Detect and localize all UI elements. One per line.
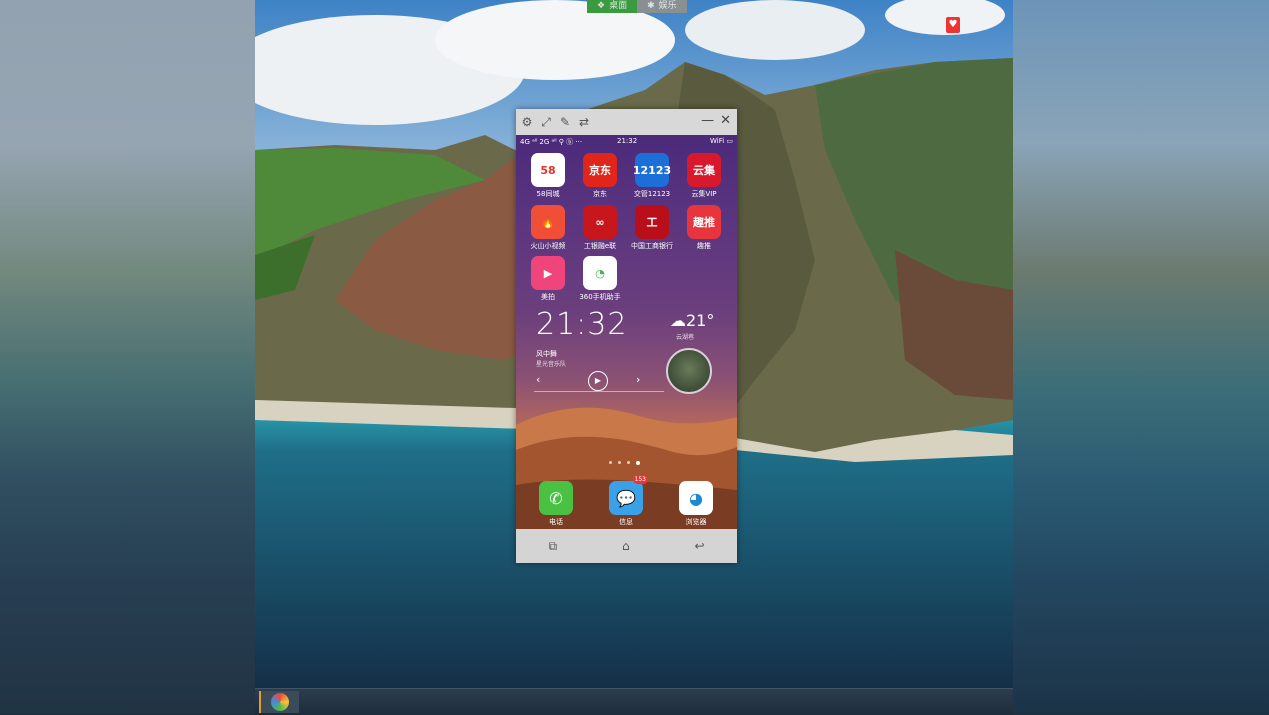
app-6[interactable]: 工中国工商银行 [626, 205, 678, 251]
app-icon: ∞ [583, 205, 617, 239]
page-indicator [609, 461, 640, 465]
dock-app-icon: 💬 153 [609, 475, 648, 515]
app-icon: 趣推 [687, 205, 721, 239]
app-icon: 工 [635, 205, 669, 239]
app-label: 中国工商银行 [631, 242, 673, 250]
settings-icon[interactable]: ⚙ [519, 114, 535, 130]
album-art[interactable] [666, 348, 712, 394]
star-icon: ✱ [647, 1, 655, 11]
page-dot-active [636, 461, 640, 465]
app-4[interactable]: 🔥 火山小视频 [522, 205, 574, 251]
home-button[interactable]: ⌂ [622, 539, 630, 553]
dock-glyph: ◕ [689, 488, 703, 508]
play-button[interactable]: ▶ [588, 371, 608, 391]
app-label: 美拍 [541, 293, 555, 301]
dock-app-label: 信息 [619, 518, 633, 526]
shirt-icon[interactable]: ♥ [946, 17, 960, 33]
phone-screen: 4G ᵃˡˡ 2G ᵃˡˡ ⚲ ⓑ ··· 21:32 WiFi ▭ 58 58同… [516, 135, 737, 529]
app-5[interactable]: ∞ 工银融e联 [574, 205, 626, 251]
dock-app-2[interactable]: ◕ 浏览器 [670, 481, 722, 527]
weather-widget[interactable]: ☁21° [670, 311, 714, 330]
dock-glyph: ✆ [549, 488, 563, 508]
dock-app-label: 浏览器 [685, 518, 707, 526]
app-label: 云集VIP [691, 190, 717, 198]
app-2[interactable]: 12123 交管12123 [626, 153, 678, 199]
app-9[interactable]: ◔ 360手机助手 [574, 256, 626, 302]
status-bar: 4G ᵃˡˡ 2G ᵃˡˡ ⚲ ⓑ ··· 21:32 WiFi ▭ [516, 135, 737, 148]
side-panel-left [0, 0, 255, 714]
start-logo-icon [271, 693, 289, 711]
side-panel-right [1013, 0, 1269, 714]
unread-badge: 153 [632, 475, 648, 484]
app-label: 火山小视频 [530, 242, 566, 250]
next-button[interactable]: › [636, 373, 640, 386]
dock-app-0[interactable]: ✆ 电话 [530, 481, 582, 527]
clock-widget[interactable]: 21:32 [536, 307, 627, 342]
back-button[interactable]: ↩ [694, 539, 704, 553]
weather-temp: 21° [686, 311, 715, 330]
music-progress-line [534, 391, 664, 392]
tab-entertainment[interactable]: ✱ 娱乐 [637, 0, 687, 13]
dock-app-1[interactable]: 💬 153 信息 [600, 475, 652, 527]
music-artist: 星光音乐队 [536, 361, 567, 368]
app-icon: ▶ [531, 256, 565, 290]
recent-apps-button[interactable]: ⧉ [548, 539, 557, 554]
top-tab-bar: ❖ 桌面 ✱ 娱乐 [587, 0, 687, 13]
page-dot [627, 461, 630, 464]
weather-location: 云湖巷 [676, 334, 695, 341]
tab-label: 娱乐 [658, 1, 677, 11]
tab-desktop[interactable]: ❖ 桌面 [587, 0, 638, 13]
app-1[interactable]: 京东 京东 [574, 153, 626, 199]
app-icon: ◔ [583, 256, 617, 290]
app-icon: 12123 [633, 153, 671, 187]
app-8[interactable]: ▶ 美拍 [522, 256, 574, 302]
fullscreen-icon[interactable]: ⤢ [538, 114, 554, 130]
cloud-icon: ☁ [670, 311, 686, 330]
app-icon: 京东 [583, 153, 617, 187]
dock-app-icon: ◕ [679, 481, 713, 515]
pen-icon[interactable]: ✎ [557, 114, 573, 130]
music-controls: ‹ ▶ › [534, 371, 664, 391]
dock-app-icon: ✆ [539, 481, 573, 515]
app-label: 京东 [593, 190, 607, 198]
app-7[interactable]: 趣推 趣推 [678, 205, 730, 251]
taskbar [255, 688, 1013, 715]
close-button[interactable]: ✕ [720, 113, 731, 128]
music-title: 风中舞 [536, 350, 557, 358]
wifi-battery-status: WiFi ▭ [709, 137, 733, 145]
phone-navbar: ⧉ ⌂ ↩ [516, 529, 737, 563]
app-icon: 58 [531, 153, 565, 187]
app-icon: 🔥 [531, 205, 565, 239]
app-label: 交管12123 [633, 190, 671, 198]
prev-button[interactable]: ‹ [536, 373, 540, 386]
app-label: 58同城 [536, 190, 560, 198]
app-label: 工银融e联 [583, 242, 617, 250]
app-0[interactable]: 58 58同城 [522, 153, 574, 199]
phone-mirror-window: ⚙ ⤢ ✎ ⇄ — ✕ 4G ᵃˡˡ 2G ᵃˡˡ ⚲ ⓑ ··· 21:32 … [516, 109, 737, 563]
rotate-icon[interactable]: ⇄ [576, 114, 592, 130]
app-icon: 云集 [687, 153, 721, 187]
signal-status: 4G ᵃˡˡ 2G ᵃˡˡ ⚲ ⓑ ··· [520, 138, 583, 146]
minimize-button[interactable]: — [701, 113, 714, 128]
app-label: 360手机助手 [579, 293, 621, 301]
app-label: 趣推 [697, 242, 711, 250]
windows-icon: ❖ [597, 1, 606, 11]
phone-toolbar: ⚙ ⤢ ✎ ⇄ — ✕ [516, 109, 737, 135]
dock-glyph: 💬 [616, 488, 636, 508]
page-dot [609, 461, 612, 464]
dock-app-label: 电话 [549, 518, 563, 526]
app-3[interactable]: 云集云集VIP [678, 153, 730, 199]
start-button[interactable] [259, 691, 299, 713]
tab-label: 桌面 [609, 1, 628, 11]
status-time: 21:32 [617, 137, 638, 145]
page-dot [618, 461, 621, 464]
